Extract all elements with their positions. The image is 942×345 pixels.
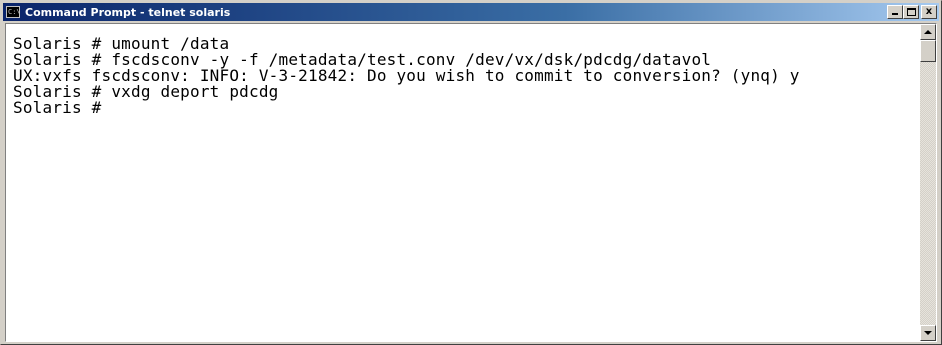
console-line: Solaris # vxdg deport pdcdg	[13, 82, 279, 101]
window-title: Command Prompt - telnet solaris	[25, 5, 231, 19]
minimize-button[interactable]	[887, 5, 903, 19]
console-lines: Solaris # umount /data Solaris # fscdsco…	[6, 24, 920, 116]
scroll-up-button[interactable]	[920, 24, 936, 40]
scroll-down-arrow-icon	[924, 331, 932, 335]
console-prompt-line: Solaris #	[13, 98, 102, 117]
maximize-button[interactable]	[903, 5, 919, 19]
scroll-up-arrow-icon	[924, 30, 932, 34]
scroll-thumb[interactable]	[920, 40, 936, 62]
close-button[interactable]: x	[921, 5, 937, 19]
command-prompt-window: C:\ Command Prompt - telnet solaris x So…	[0, 0, 942, 345]
console-area: Solaris # umount /data Solaris # fscdsco…	[5, 23, 937, 342]
maximize-icon	[907, 8, 916, 16]
console-output[interactable]: Solaris # umount /data Solaris # fscdsco…	[6, 24, 920, 341]
minimize-icon	[892, 13, 898, 15]
title-bar[interactable]: C:\ Command Prompt - telnet solaris x	[3, 3, 939, 21]
scroll-down-button[interactable]	[920, 325, 936, 341]
close-icon: x	[925, 6, 933, 17]
window-controls: x	[887, 5, 937, 19]
cmd-icon[interactable]: C:\	[6, 6, 20, 18]
vertical-scrollbar[interactable]	[920, 24, 936, 341]
